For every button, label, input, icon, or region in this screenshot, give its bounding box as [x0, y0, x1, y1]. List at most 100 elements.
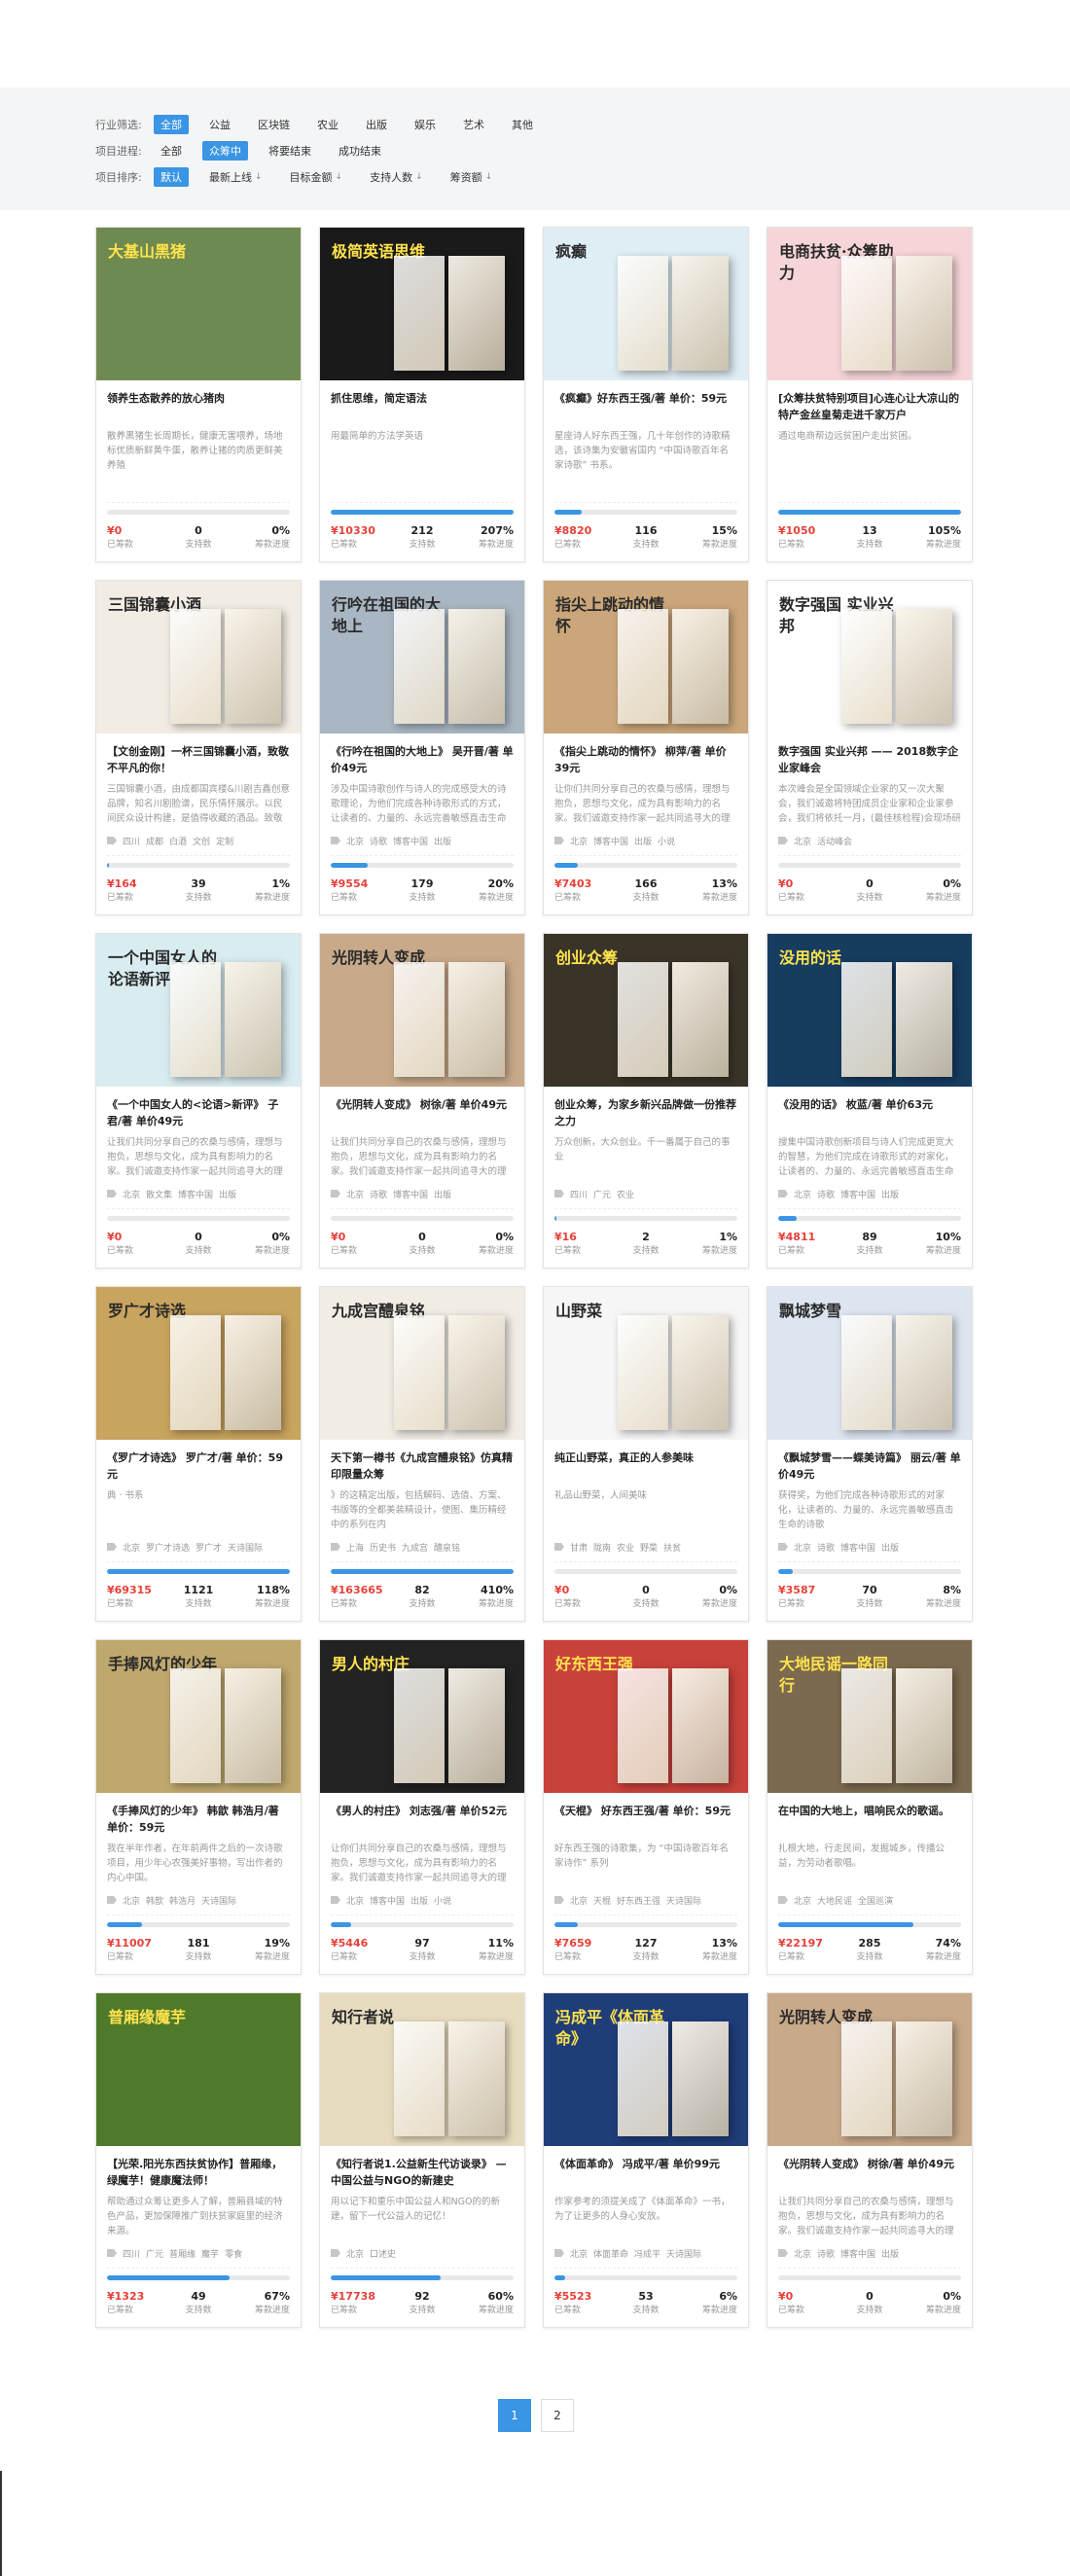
project-tag[interactable]: 出版 — [881, 1188, 899, 1200]
project-card[interactable]: 没用的话 《没用的话》 枚蓝/著 单价63元 搜集中国诗歌创新项目与诗人们完成更宽大… — [767, 933, 973, 1269]
project-tag[interactable]: 博客中国 — [840, 1541, 875, 1554]
project-tag[interactable]: 广元 — [593, 1188, 611, 1200]
project-image[interactable]: 疯癫 — [544, 228, 748, 380]
project-tag[interactable]: 北京 — [794, 835, 811, 847]
project-tag[interactable]: 甘肃 — [570, 1541, 588, 1554]
project-title[interactable]: 《没用的话》 枚蓝/著 单价63元 — [778, 1096, 961, 1129]
project-image[interactable]: 没用的话 — [767, 934, 972, 1087]
project-tag[interactable]: 体面革命 — [593, 2247, 628, 2260]
project-card[interactable]: 好东西王强 《天棍》 好东西王强/著 单价：59元 好东西王强的诗歌集，为 “中国诗… — [543, 1639, 749, 1975]
project-card[interactable]: 疯癫 《疯癫》好东西王强/著 单价：59元 星座诗人好东西王强，几十年创作的诗歌精选… — [543, 227, 749, 562]
project-image[interactable]: 一个中国女人的论语新评 — [96, 934, 301, 1087]
project-tag[interactable]: 陇南 — [593, 1541, 611, 1554]
project-image[interactable]: 行吟在祖国的大地上 — [320, 581, 524, 733]
page-button[interactable]: 2 — [541, 2399, 574, 2432]
project-tag[interactable]: 四川 — [570, 1188, 588, 1200]
project-tag[interactable]: 历史书 — [370, 1541, 396, 1554]
project-title[interactable]: 《飘城梦雪——蝶美诗篇》 丽云/著 单价49元 — [778, 1449, 961, 1483]
project-tag[interactable]: 北京 — [346, 1188, 364, 1200]
project-tag[interactable]: 韩歆 — [146, 1894, 163, 1907]
project-image[interactable]: 极简英语思维 — [320, 228, 524, 380]
project-title[interactable]: 《罗广才诗选》 罗广才/著 单价：59元 — [107, 1449, 290, 1483]
project-title[interactable]: 创业众筹，为家乡新兴品牌做一份推荐之力 — [554, 1096, 737, 1129]
project-tag[interactable]: 罗广才 — [196, 1541, 222, 1554]
project-tag[interactable]: 野菜 — [640, 1541, 658, 1554]
project-card[interactable]: 光阴转人变成 《光阴转人变成》 树徐/著 单价49元 让我们共同分享自己的农桑与感情… — [767, 1992, 973, 2328]
project-card[interactable]: 数字强国 实业兴邦 数字强国 实业兴邦 —— 2018数字企业家峰会 本次峰会是全国… — [767, 580, 973, 915]
project-title[interactable]: 在中国的大地上，唱响民众的歌谣。 — [778, 1803, 961, 1836]
project-image[interactable]: 好东西王强 — [544, 1640, 748, 1793]
filter-option-industry[interactable]: 区块链 — [251, 115, 297, 134]
project-tag[interactable]: 博客中国 — [840, 1188, 875, 1200]
filter-option-sort[interactable]: 支持人数 ↓ — [363, 167, 430, 187]
project-tag[interactable]: 普厢缘 — [169, 2247, 196, 2260]
project-tag[interactable]: 成都 — [146, 835, 163, 847]
project-title[interactable]: 《体面革命》 冯成平/著 单价99元 — [554, 2156, 737, 2189]
project-title[interactable]: 【文创金刚】一杯三国锦囊小酒，致敬不平凡的你！ — [107, 743, 290, 776]
project-tag[interactable]: 北京 — [794, 1188, 811, 1200]
project-tag[interactable]: 北京 — [346, 835, 364, 847]
project-card[interactable]: 大基山黑猪 领养生态散养的放心猪肉 散养黑猪生长周期长，健康无害喂养，场地标优质新鲜… — [95, 227, 302, 562]
project-tag[interactable]: 小说 — [658, 835, 675, 847]
project-tag[interactable]: 九成宫 — [402, 1541, 428, 1554]
project-tag[interactable]: 广元 — [146, 2247, 163, 2260]
project-card[interactable]: 指尖上跳动的情怀 《指尖上跳动的情怀》 柳萍/著 单价39元 让你们共同分享自己的农… — [543, 580, 749, 915]
project-tag[interactable]: 出版 — [634, 835, 652, 847]
project-tag[interactable]: 白酒 — [169, 835, 187, 847]
project-tag[interactable]: 天诗国际 — [201, 1894, 236, 1907]
project-title[interactable]: 《光阴转人变成》 树徐/著 单价49元 — [331, 1096, 514, 1129]
project-tag[interactable]: 天诗国际 — [666, 1894, 701, 1907]
project-tag[interactable]: 散文集 — [146, 1188, 172, 1200]
project-tag[interactable]: 冯成平 — [634, 2247, 660, 2260]
project-tag[interactable]: 醴泉铭 — [434, 1541, 460, 1554]
project-image[interactable]: 三国锦囊小酒 — [96, 581, 301, 733]
project-card[interactable]: 罗广才诗选 《罗广才诗选》 罗广才/著 单价：59元典 · 书系 北京 罗广才诗选 罗广… — [95, 1286, 302, 1622]
project-tag[interactable]: 诗歌 — [817, 1541, 835, 1554]
filter-option-progress[interactable]: 将要结束 — [262, 141, 318, 161]
project-image[interactable]: 罗广才诗选 — [96, 1287, 301, 1440]
project-title[interactable]: 《手捧风灯的少年》 韩歆 韩浩月/著 单价：59元 — [107, 1803, 290, 1836]
project-tag[interactable]: 北京 — [570, 1894, 588, 1907]
project-tag[interactable]: 北京 — [794, 1541, 811, 1554]
project-tag[interactable]: 出版 — [881, 2247, 899, 2260]
project-tag[interactable]: 好东西王强 — [617, 1894, 660, 1907]
project-image[interactable]: 男人的村庄 — [320, 1640, 524, 1793]
project-tag[interactable]: 北京 — [346, 1894, 364, 1907]
filter-option-progress[interactable]: 成功结束 — [332, 141, 388, 161]
project-image[interactable]: 手捧风灯的少年 — [96, 1640, 301, 1793]
project-tag[interactable]: 北京 — [346, 2247, 364, 2260]
project-tag[interactable]: 北京 — [570, 2247, 588, 2260]
project-tag[interactable]: 上海 — [346, 1541, 364, 1554]
project-tag[interactable]: 出版 — [410, 1894, 428, 1907]
project-tag[interactable]: 天棍 — [593, 1894, 611, 1907]
filter-option-industry[interactable]: 全部 — [154, 115, 189, 134]
project-card[interactable]: 极简英语思维 抓住思维，简定语法 用最简单的方法学英语 ¥10330 已筹款 212 支持数… — [319, 227, 525, 562]
filter-option-industry[interactable]: 农业 — [310, 115, 345, 134]
filter-option-sort[interactable]: 筹资额 ↓ — [444, 167, 500, 187]
project-image[interactable]: 九成宫醴泉铭 — [320, 1287, 524, 1440]
project-tag[interactable]: 北京 — [570, 835, 588, 847]
project-tag[interactable]: 北京 — [794, 1894, 811, 1907]
project-card[interactable]: 普厢缘魔芋 【光荣.阳光东西扶贫协作】普厢缘，绿魔芋！健康魔法师！ 帮助通过众筹让更… — [95, 1992, 302, 2328]
page-button[interactable]: 1 — [498, 2399, 531, 2432]
filter-option-progress[interactable]: 全部 — [154, 141, 189, 161]
project-title[interactable]: 《指尖上跳动的情怀》 柳萍/著 单价39元 — [554, 743, 737, 776]
project-tag[interactable]: 北京 — [123, 1541, 140, 1554]
project-title[interactable]: 数字强国 实业兴邦 —— 2018数字企业家峰会 — [778, 743, 961, 776]
project-title[interactable]: 《疯癫》好东西王强/著 单价：59元 — [554, 390, 737, 423]
filter-option-industry[interactable]: 出版 — [359, 115, 394, 134]
project-tag[interactable]: 博客中国 — [593, 835, 628, 847]
project-card[interactable]: 行吟在祖国的大地上 《行吟在祖国的大地上》 吴开晋/著 单价49元 涉及中国诗歌创作… — [319, 580, 525, 915]
project-tag[interactable]: 全国巡演 — [858, 1894, 893, 1907]
filter-option-progress[interactable]: 众筹中 — [202, 141, 248, 161]
project-title[interactable]: 《男人的村庄》 刘志强/著 单价52元 — [331, 1803, 514, 1836]
project-image[interactable]: 电商扶贫·众筹助力 — [767, 228, 972, 380]
project-card[interactable]: 三国锦囊小酒 【文创金刚】一杯三国锦囊小酒，致敬不平凡的你！ 三国锦囊小酒，由成都国… — [95, 580, 302, 915]
filter-option-industry[interactable]: 娱乐 — [408, 115, 443, 134]
project-title[interactable]: 《行吟在祖国的大地上》 吴开晋/著 单价49元 — [331, 743, 514, 776]
project-card[interactable]: 飘城梦雪 《飘城梦雪——蝶美诗篇》 丽云/著 单价49元 获得奖，为他们完成各种诗歌… — [767, 1286, 973, 1622]
project-card[interactable]: 电商扶贫·众筹助力 [众筹扶贫特别项目]心连心让大凉山的特产金丝皇菊走进千家万户通… — [767, 227, 973, 562]
filter-option-sort[interactable]: 最新上线 ↓ — [202, 167, 269, 187]
project-tag[interactable]: 出版 — [881, 1541, 899, 1554]
project-image[interactable]: 大地民谣一路同行 — [767, 1640, 972, 1793]
